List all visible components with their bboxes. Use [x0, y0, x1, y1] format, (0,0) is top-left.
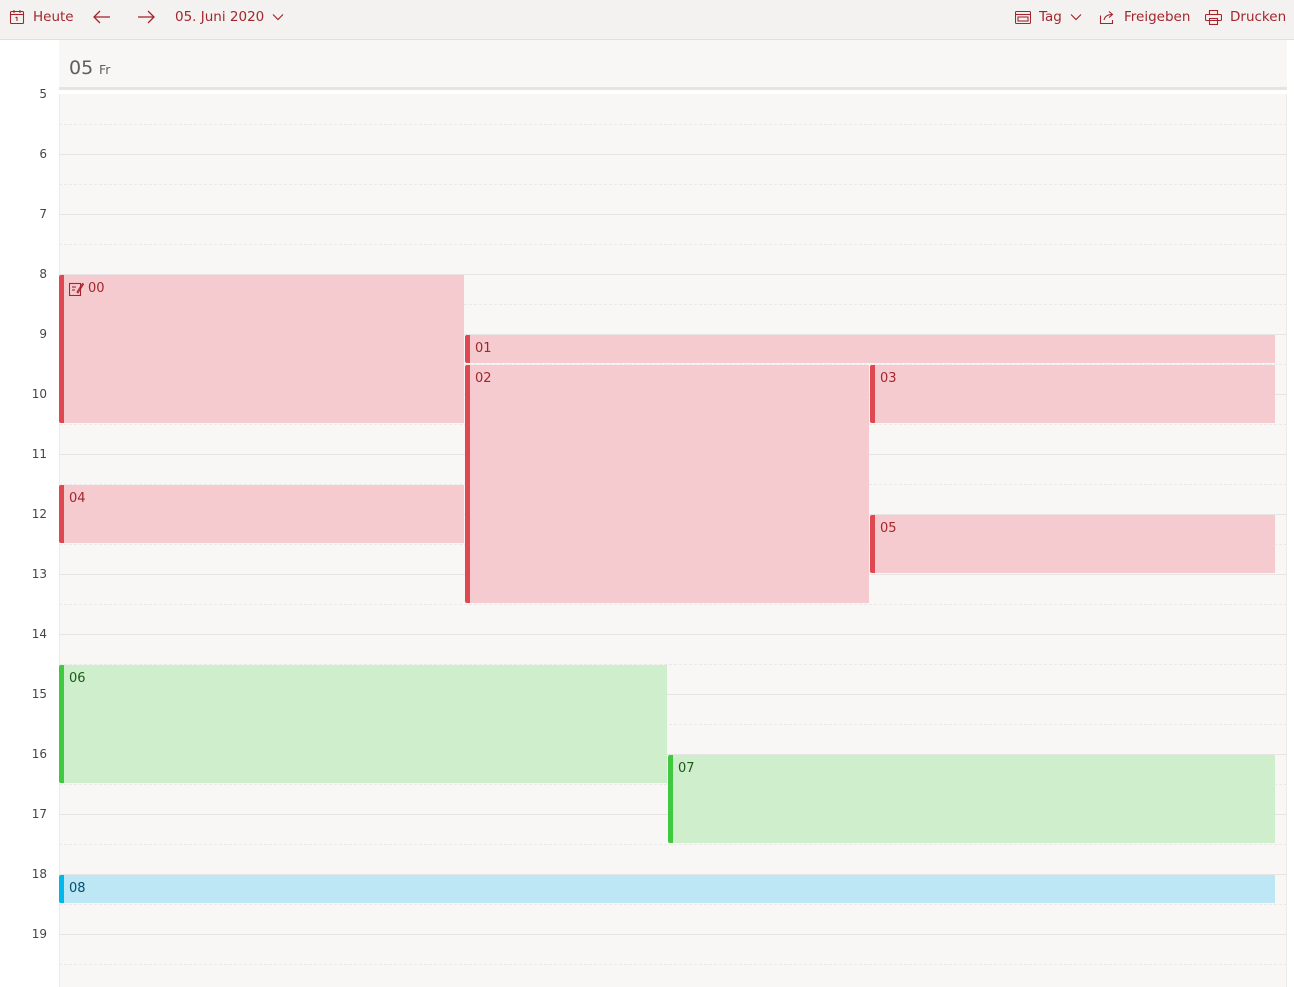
today-button[interactable]: Heute [9, 0, 74, 34]
calendar-today-icon [9, 9, 25, 25]
event-title: 00 [88, 281, 105, 296]
print-button[interactable]: Drucken [1205, 0, 1286, 34]
hour-label: 19 [31, 927, 47, 941]
calendar-event-03[interactable]: 03 [870, 365, 1275, 423]
toolbar: Heute 05. Juni 2020 Tag Freigeben Drucke… [0, 0, 1294, 40]
half-hour-line [59, 964, 1287, 965]
chevron-down-icon [1070, 13, 1082, 21]
calendar-event-01[interactable]: 01 [465, 335, 1275, 363]
date-picker-button[interactable]: 05. Juni 2020 [175, 0, 284, 34]
day-header: 05 Fr [59, 40, 1287, 90]
chevron-down-icon [272, 13, 284, 21]
hour-label: 13 [31, 567, 47, 581]
previous-day-button[interactable] [93, 0, 111, 34]
event-title: 02 [475, 371, 492, 386]
event-title: 07 [678, 761, 695, 776]
hour-label: 15 [31, 687, 47, 701]
share-button[interactable]: Freigeben [1099, 0, 1190, 34]
view-label: Tag [1039, 9, 1062, 25]
hour-label: 6 [39, 147, 47, 161]
event-title: 04 [69, 491, 86, 506]
event-title: 06 [69, 671, 86, 686]
printer-icon [1205, 9, 1222, 25]
arrow-left-icon [93, 10, 111, 24]
half-hour-line [59, 244, 1287, 245]
next-day-button[interactable] [137, 0, 155, 34]
hour-label: 11 [31, 447, 47, 461]
share-label: Freigeben [1124, 9, 1191, 25]
day-number: 05 [69, 57, 94, 79]
calendar-day-view-icon [1015, 10, 1031, 25]
calendar-event-07[interactable]: 07 [668, 755, 1275, 843]
hour-label: 18 [31, 867, 47, 881]
hour-line [59, 214, 1287, 215]
calendar-event-02[interactable]: 02 [465, 365, 869, 603]
today-label: Heute [33, 9, 74, 25]
hour-label: 9 [39, 327, 47, 341]
half-hour-line [59, 604, 1287, 605]
hour-label: 8 [39, 267, 47, 281]
hour-label: 7 [39, 207, 47, 221]
hour-label: 17 [31, 807, 47, 821]
calendar-event-05[interactable]: 05 [870, 515, 1275, 573]
calendar-event-06[interactable]: 06 [59, 665, 667, 783]
event-title: 05 [880, 521, 897, 536]
event-title: 03 [880, 371, 897, 386]
view-switcher-button[interactable]: Tag [1015, 0, 1082, 34]
hour-line [59, 154, 1287, 155]
share-icon [1099, 10, 1116, 25]
half-hour-line [59, 124, 1287, 125]
hour-line [59, 634, 1287, 635]
calendar-event-08[interactable]: 08 [59, 875, 1275, 903]
event-title: 08 [69, 881, 86, 896]
calendar-event-00[interactable]: 00 [59, 275, 464, 423]
event-title: 01 [475, 341, 492, 356]
arrow-right-icon [137, 10, 155, 24]
half-hour-line [59, 844, 1287, 845]
edit-note-icon [69, 282, 84, 296]
print-label: Drucken [1230, 9, 1287, 25]
date-label: 05. Juni 2020 [175, 9, 265, 25]
hour-label: 5 [39, 87, 47, 101]
hour-label: 16 [31, 747, 47, 761]
hour-label: 12 [31, 507, 47, 521]
hour-label: 10 [31, 387, 47, 401]
hour-label: 14 [31, 627, 47, 641]
half-hour-line [59, 904, 1287, 905]
day-weekday: Fr [99, 62, 111, 77]
calendar-event-04[interactable]: 04 [59, 485, 464, 543]
hour-line [59, 934, 1287, 935]
half-hour-line [59, 184, 1287, 185]
